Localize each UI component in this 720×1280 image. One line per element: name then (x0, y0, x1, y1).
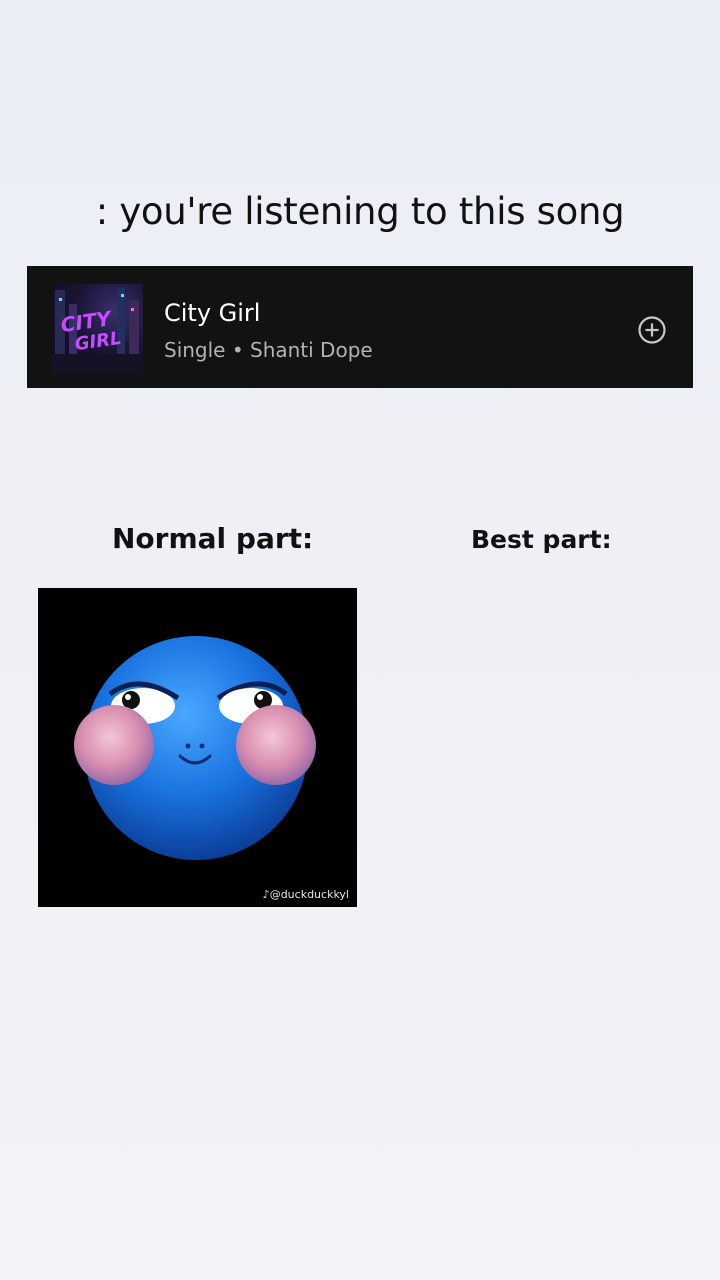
album-cover: CITY GIRL (51, 284, 143, 374)
meme-image: ♪@duckduckkyl (38, 588, 357, 907)
watermark: ♪@duckduckkyl (262, 888, 349, 901)
headline: : you're listening to this song (95, 190, 625, 233)
plus-circle-icon (638, 316, 666, 344)
blushing-emoji-icon (74, 636, 316, 860)
best-part-label: Best part: (471, 525, 612, 554)
song-card[interactable]: CITY GIRL City Girl Single • Shanti Dope (27, 266, 693, 388)
add-to-library-button[interactable] (637, 315, 667, 345)
song-subtitle: Single • Shanti Dope (164, 338, 373, 362)
song-title: City Girl (164, 299, 261, 327)
normal-part-label: Normal part: (112, 522, 314, 555)
